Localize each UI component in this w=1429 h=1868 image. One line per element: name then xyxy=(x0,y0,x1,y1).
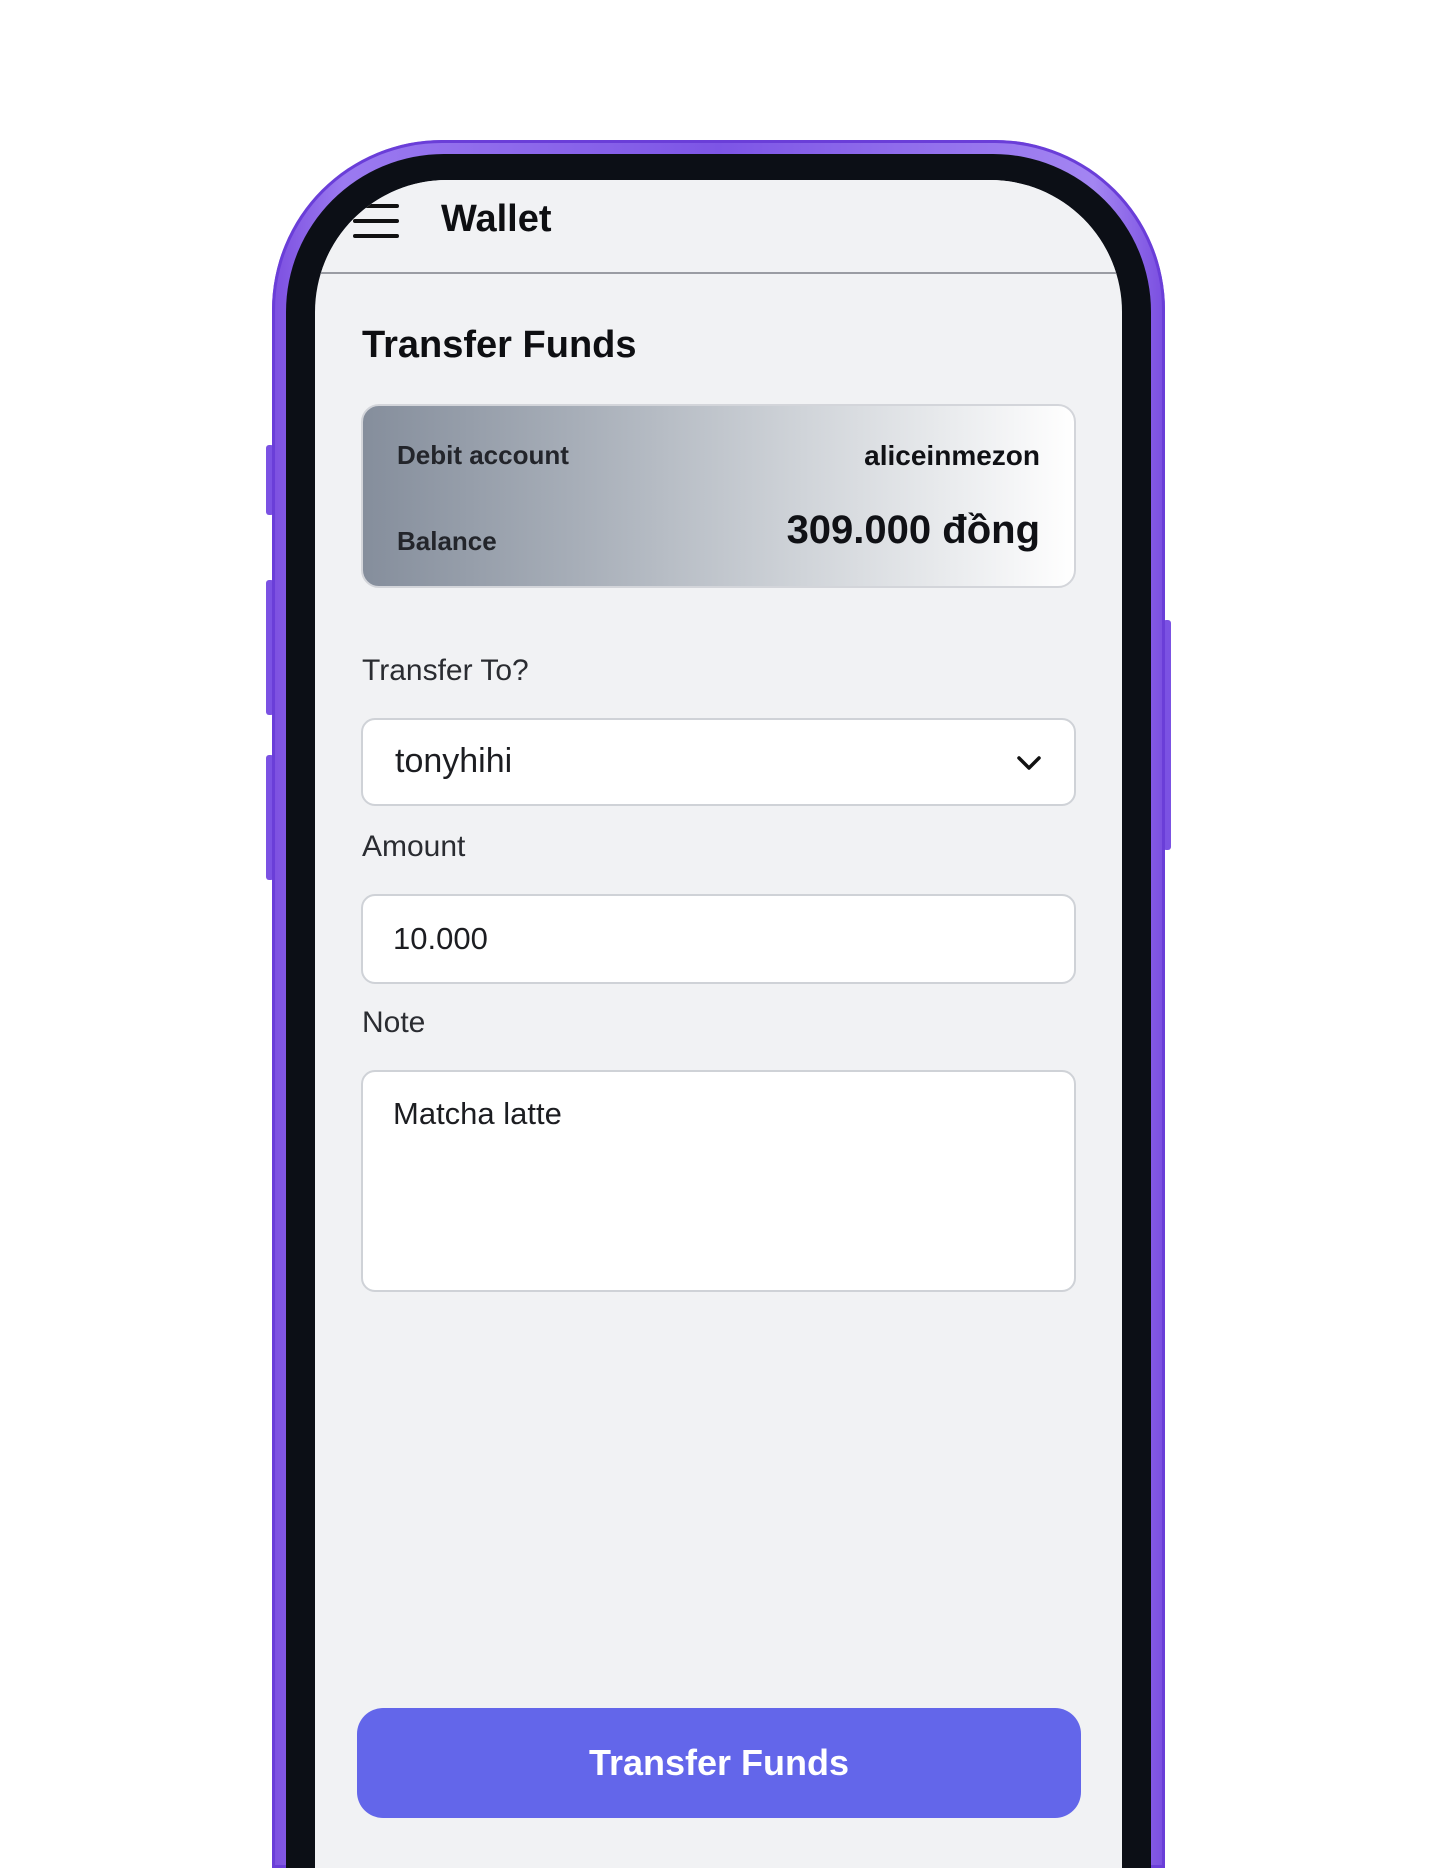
amount-input[interactable] xyxy=(361,894,1076,984)
page-title: Transfer Funds xyxy=(362,324,637,366)
transfer-to-selected-value: tonyhihi xyxy=(395,742,513,780)
transfer-to-select[interactable]: tonyhihi xyxy=(361,718,1076,806)
device-stage: Wallet Transfer Funds Debit account alic… xyxy=(0,0,1429,1868)
transfer-to-label: Transfer To? xyxy=(362,654,529,687)
debit-account-card: Debit account aliceinmezon Balance 309.0… xyxy=(361,404,1076,588)
app-header: Wallet xyxy=(315,180,1122,274)
balance-value: 309.000 đồng xyxy=(786,508,1040,552)
hamburger-menu-icon[interactable] xyxy=(353,202,399,242)
balance-label: Balance xyxy=(397,526,497,556)
account-username: aliceinmezon xyxy=(864,440,1040,471)
chevron-down-icon xyxy=(1017,756,1041,770)
note-textarea[interactable]: Matcha latte xyxy=(361,1070,1076,1292)
phone-screen: Wallet Transfer Funds Debit account alic… xyxy=(315,180,1122,1868)
transfer-funds-button[interactable]: Transfer Funds xyxy=(357,1708,1081,1818)
app-title: Wallet xyxy=(441,198,552,240)
amount-label: Amount xyxy=(362,830,466,863)
note-label: Note xyxy=(362,1006,426,1039)
debit-account-label: Debit account xyxy=(397,440,569,470)
